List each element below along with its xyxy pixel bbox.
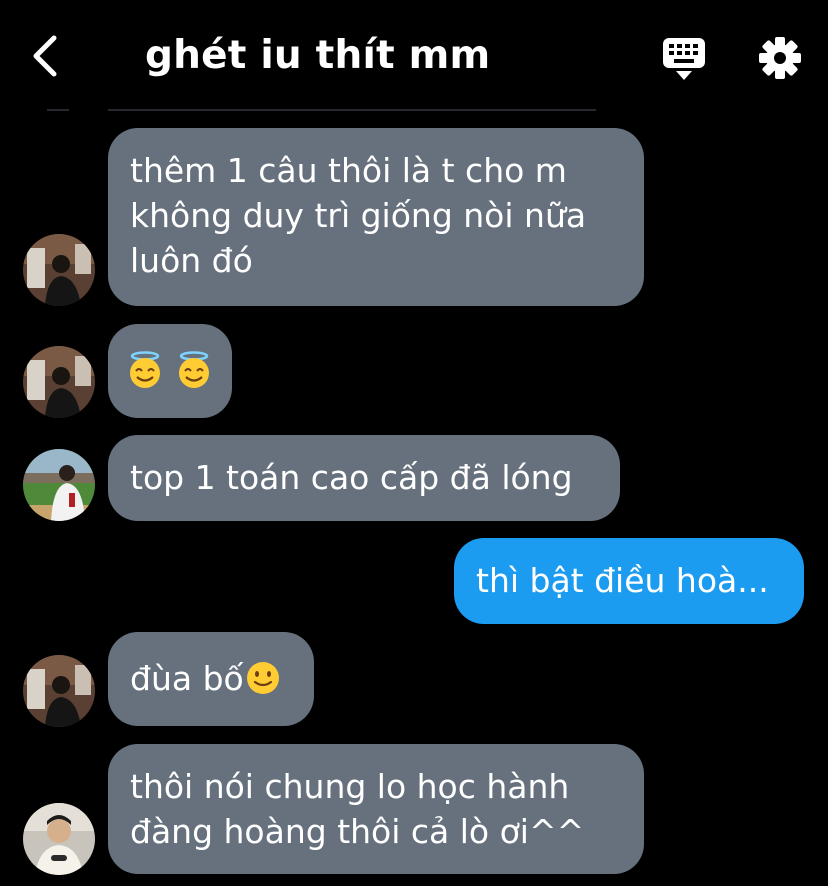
keyboard-button[interactable] bbox=[660, 36, 708, 82]
avatar-photo bbox=[23, 449, 95, 521]
message-bubble[interactable]: thôi nói chung lo học hành đàng hoàng th… bbox=[108, 744, 644, 874]
slightly-smiling-face-icon bbox=[246, 662, 279, 694]
chevron-left-icon bbox=[33, 35, 57, 77]
sender-avatar[interactable] bbox=[23, 655, 95, 727]
gear-icon bbox=[759, 37, 801, 79]
avatar-photo bbox=[23, 655, 95, 727]
message-bubble[interactable]: top 1 toán cao cấp đã lóng bbox=[108, 435, 620, 521]
header-divider bbox=[108, 109, 596, 111]
message-text-line: thôi nói chung lo học hành bbox=[130, 767, 570, 806]
sender-avatar[interactable] bbox=[23, 449, 95, 521]
sender-avatar[interactable] bbox=[23, 346, 95, 418]
message-text-line: đàng hoàng thôi cả lò ơi^^ bbox=[130, 812, 585, 851]
message-bubble[interactable]: thêm 1 câu thôi là t cho m không duy trì… bbox=[108, 128, 644, 306]
chat-screen: ghét iu thít mm thêm 1 câu thôi là t cho… bbox=[0, 0, 828, 886]
message-text-line: thì bật điều hoà... bbox=[476, 561, 769, 600]
avatar-photo bbox=[23, 346, 95, 418]
sent-message-bubble[interactable]: thì bật điều hoà... bbox=[454, 538, 804, 624]
avatar-photo bbox=[23, 234, 95, 306]
chat-header: ghét iu thít mm bbox=[0, 0, 828, 112]
header-divider-stub bbox=[47, 109, 69, 111]
message-text: đùa bố bbox=[130, 659, 244, 698]
smiling-face-with-halo-icon bbox=[178, 351, 209, 388]
message-text-line: không duy trì giống nòi nữa bbox=[130, 196, 587, 235]
avatar-photo bbox=[23, 803, 95, 875]
message-text-line: thêm 1 câu thôi là t cho m bbox=[130, 151, 567, 190]
sender-avatar[interactable] bbox=[23, 803, 95, 875]
back-button[interactable] bbox=[24, 30, 68, 82]
message-text-line: luôn đó bbox=[130, 241, 253, 280]
smiling-face-with-halo-icon bbox=[130, 351, 160, 388]
chat-title: ghét iu thít mm bbox=[145, 33, 491, 78]
sender-avatar[interactable] bbox=[23, 234, 95, 306]
message-bubble[interactable] bbox=[108, 324, 232, 418]
message-bubble[interactable]: đùa bố bbox=[108, 632, 314, 726]
settings-button[interactable] bbox=[756, 34, 804, 82]
keyboard-icon bbox=[663, 38, 705, 80]
message-text-line: top 1 toán cao cấp đã lóng bbox=[130, 458, 573, 497]
